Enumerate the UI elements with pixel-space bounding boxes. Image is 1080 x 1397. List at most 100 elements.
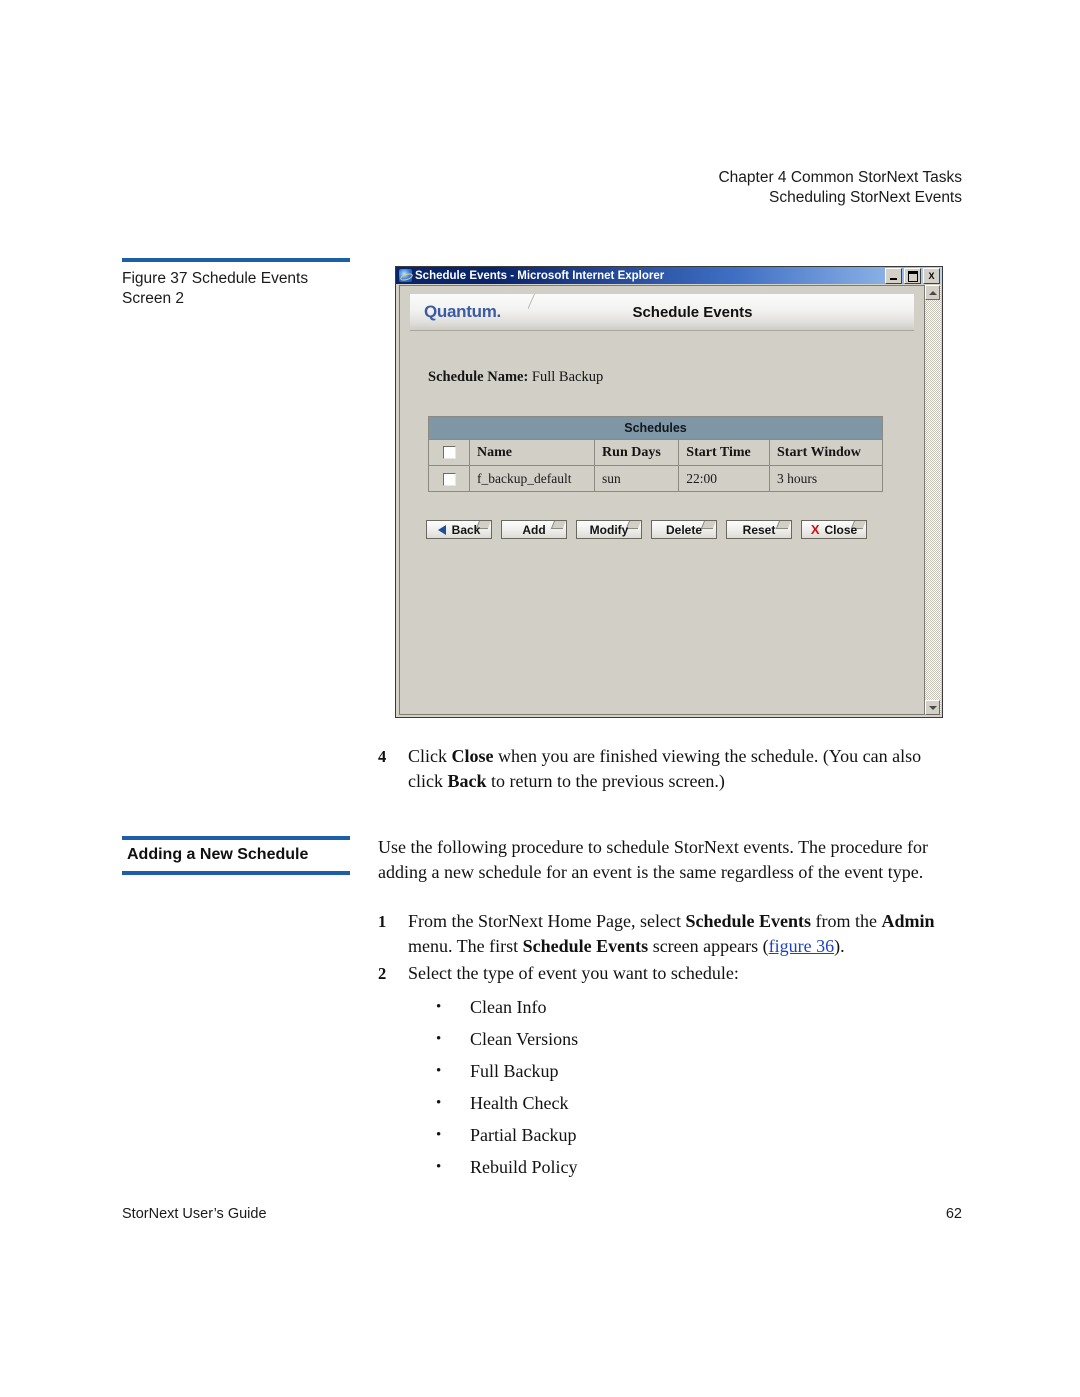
step-4-text: Click Close when you are finished viewin… [408, 744, 958, 794]
step-1-b2: Admin [881, 911, 935, 931]
close-button-label: Close [824, 522, 858, 537]
event-type-health-check: Health Check [470, 1093, 569, 1113]
step-2-number: 2 [378, 964, 387, 983]
browser-titlebar[interactable]: Schedule Events - Microsoft Internet Exp… [396, 267, 942, 284]
browser-window-title: Schedule Events - Microsoft Internet Exp… [415, 269, 665, 282]
step-1-p2: from the [810, 911, 882, 931]
schedule-name-line: Schedule Name: Full Backup [428, 369, 924, 386]
bullet-icon: • [436, 1031, 442, 1047]
list-item: • Full Backup [378, 1055, 958, 1087]
column-header-start-window: Start Window [769, 439, 883, 466]
step-1-p1: From the StorNext Home Page, select [408, 911, 686, 931]
event-type-list: • Clean Info • Clean Versions • Full Backup… [378, 991, 958, 1183]
step-1: 1 From the StorNext Home Page, select Sc… [378, 909, 958, 959]
section-heading-text: Adding a New Schedule [127, 846, 309, 863]
scroll-down-button[interactable] [925, 700, 940, 715]
schedule-name-value: Full Backup [531, 369, 604, 385]
page-footer: StorNext User’s Guide 62 [122, 1206, 962, 1222]
reset-button[interactable]: Reset [726, 520, 792, 539]
banner-divider-icon [528, 294, 562, 330]
column-header-name: Name [468, 439, 596, 466]
cell-start-time: 22:00 [678, 465, 770, 492]
maximize-icon [907, 270, 918, 282]
button-notch [550, 521, 566, 529]
step-1-p3: menu. The first [408, 936, 523, 956]
bullet-icon: • [436, 1159, 442, 1175]
bullet-icon: • [436, 1095, 442, 1111]
red-x-icon: X [810, 522, 820, 537]
cell-name: f_backup_default [468, 465, 596, 492]
modify-button-label: Modify [589, 522, 629, 537]
schedules-table-title: Schedules [428, 416, 883, 440]
step-1-p4: screen appears ( [648, 936, 769, 956]
button-notch [700, 521, 716, 529]
delete-button[interactable]: Delete [651, 520, 717, 539]
browser-client-area: Quantum. Schedule Events Schedule Name: … [397, 284, 942, 717]
minimize-icon [890, 278, 897, 280]
section-heading-rule-bottom [122, 871, 350, 875]
table-row[interactable]: f_backup_default sun 22:00 3 hours [428, 465, 883, 492]
scroll-up-button[interactable] [925, 285, 940, 300]
reset-button-label: Reset [742, 522, 776, 537]
step-4-b1: Close [451, 746, 494, 766]
event-type-clean-versions: Clean Versions [470, 1029, 579, 1049]
figure-caption: Figure 37 Schedule Events Screen 2 [122, 258, 350, 309]
list-item: • Rebuild Policy [378, 1151, 958, 1183]
figure-caption-rule [122, 258, 350, 262]
step-1-number: 1 [378, 912, 387, 931]
bullet-icon: • [436, 999, 442, 1015]
running-head: Chapter 4 Common StorNext Tasks Scheduli… [718, 168, 962, 207]
step-4-p3: to return to the previous screen.) [486, 771, 725, 791]
add-button[interactable]: Add [501, 520, 567, 539]
chevron-down-icon [928, 705, 937, 710]
step-1-b1: Schedule Events [685, 911, 811, 931]
event-type-partial-backup: Partial Backup [470, 1125, 577, 1145]
cell-start-window: 3 hours [769, 465, 883, 492]
close-button[interactable]: X Close [801, 520, 867, 539]
maximize-button[interactable] [904, 268, 921, 284]
vertical-scrollbar[interactable] [924, 285, 941, 715]
back-button[interactable]: Back [426, 520, 492, 539]
section-intro-text: Use the following procedure to schedule … [378, 837, 928, 882]
schedule-name-label: Schedule Name: [428, 369, 529, 385]
list-item: • Partial Backup [378, 1119, 958, 1151]
select-all-cell[interactable] [428, 439, 470, 466]
bullet-icon: • [436, 1127, 442, 1143]
step-4-number: 4 [378, 747, 387, 766]
event-type-rebuild-policy: Rebuild Policy [470, 1157, 578, 1177]
select-all-checkbox[interactable] [442, 445, 456, 459]
document-page: Chapter 4 Common StorNext Tasks Scheduli… [0, 0, 1080, 1397]
step-2: 2 Select the type of event you want to s… [378, 961, 958, 1183]
step-4-b2: Back [447, 771, 487, 791]
row-select-cell[interactable] [428, 465, 470, 492]
footer-page-number: 62 [945, 1206, 962, 1222]
add-button-label: Add [522, 522, 546, 537]
close-window-button[interactable]: X [923, 268, 940, 284]
bullet-icon: • [436, 1063, 442, 1079]
button-notch [775, 521, 791, 529]
schedules-table: Schedules Name Run Days Start Time Start… [428, 416, 883, 492]
step-1-p5: ). [834, 936, 845, 956]
row-checkbox[interactable] [442, 472, 456, 486]
modify-button[interactable]: Modify [576, 520, 642, 539]
figure-caption-line2: Screen 2 [122, 290, 185, 307]
left-triangle-icon [437, 524, 446, 535]
minimize-button[interactable] [885, 268, 902, 284]
section-heading: Adding a New Schedule [122, 836, 350, 875]
running-head-line2: Scheduling StorNext Events [769, 188, 962, 206]
cell-run-days: sun [594, 465, 680, 492]
internet-explorer-icon [399, 269, 412, 282]
figure-36-link[interactable]: figure 36 [769, 936, 834, 956]
step-2-text: Select the type of event you want to sch… [408, 963, 739, 983]
schedules-table-header-row: Name Run Days Start Time Start Window [428, 439, 883, 466]
event-type-full-backup: Full Backup [470, 1061, 559, 1081]
step-1-b3: Schedule Events [522, 936, 649, 956]
browser-window: Schedule Events - Microsoft Internet Exp… [395, 266, 943, 718]
app-banner: Quantum. Schedule Events [410, 294, 914, 331]
footer-guide-title: StorNext User’s Guide [122, 1206, 267, 1222]
action-button-row: Back Add Modify Delete Reset X Close [426, 520, 924, 539]
event-type-clean-info: Clean Info [470, 997, 547, 1017]
close-icon: X [928, 270, 935, 281]
figure-caption-line1: Figure 37 Schedule Events [122, 270, 309, 287]
window-controls: X [885, 268, 940, 284]
